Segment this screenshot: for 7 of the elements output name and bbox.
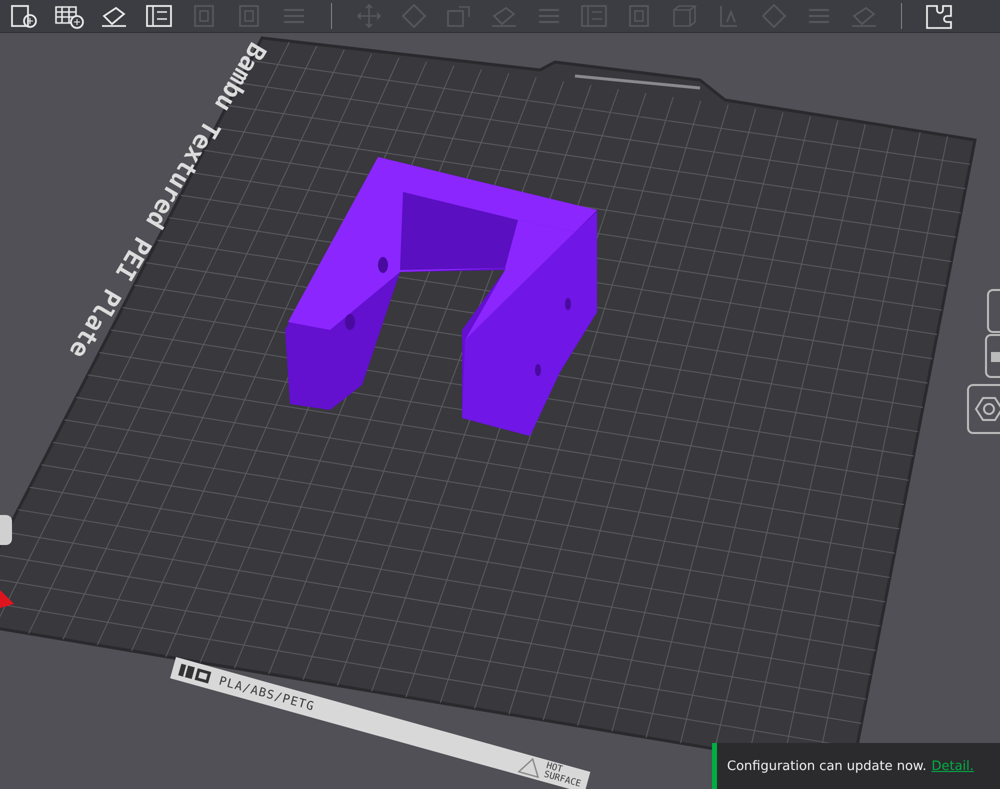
side-button[interactable] (0, 515, 12, 545)
hexagon-icon[interactable] (967, 384, 1000, 434)
detail-link[interactable]: Detail. (931, 758, 974, 774)
side-button[interactable] (987, 289, 1000, 333)
printer-logo-icon (176, 662, 214, 686)
notification-text: Configuration can update now. (727, 758, 926, 774)
axis-marker-icon (0, 590, 14, 608)
